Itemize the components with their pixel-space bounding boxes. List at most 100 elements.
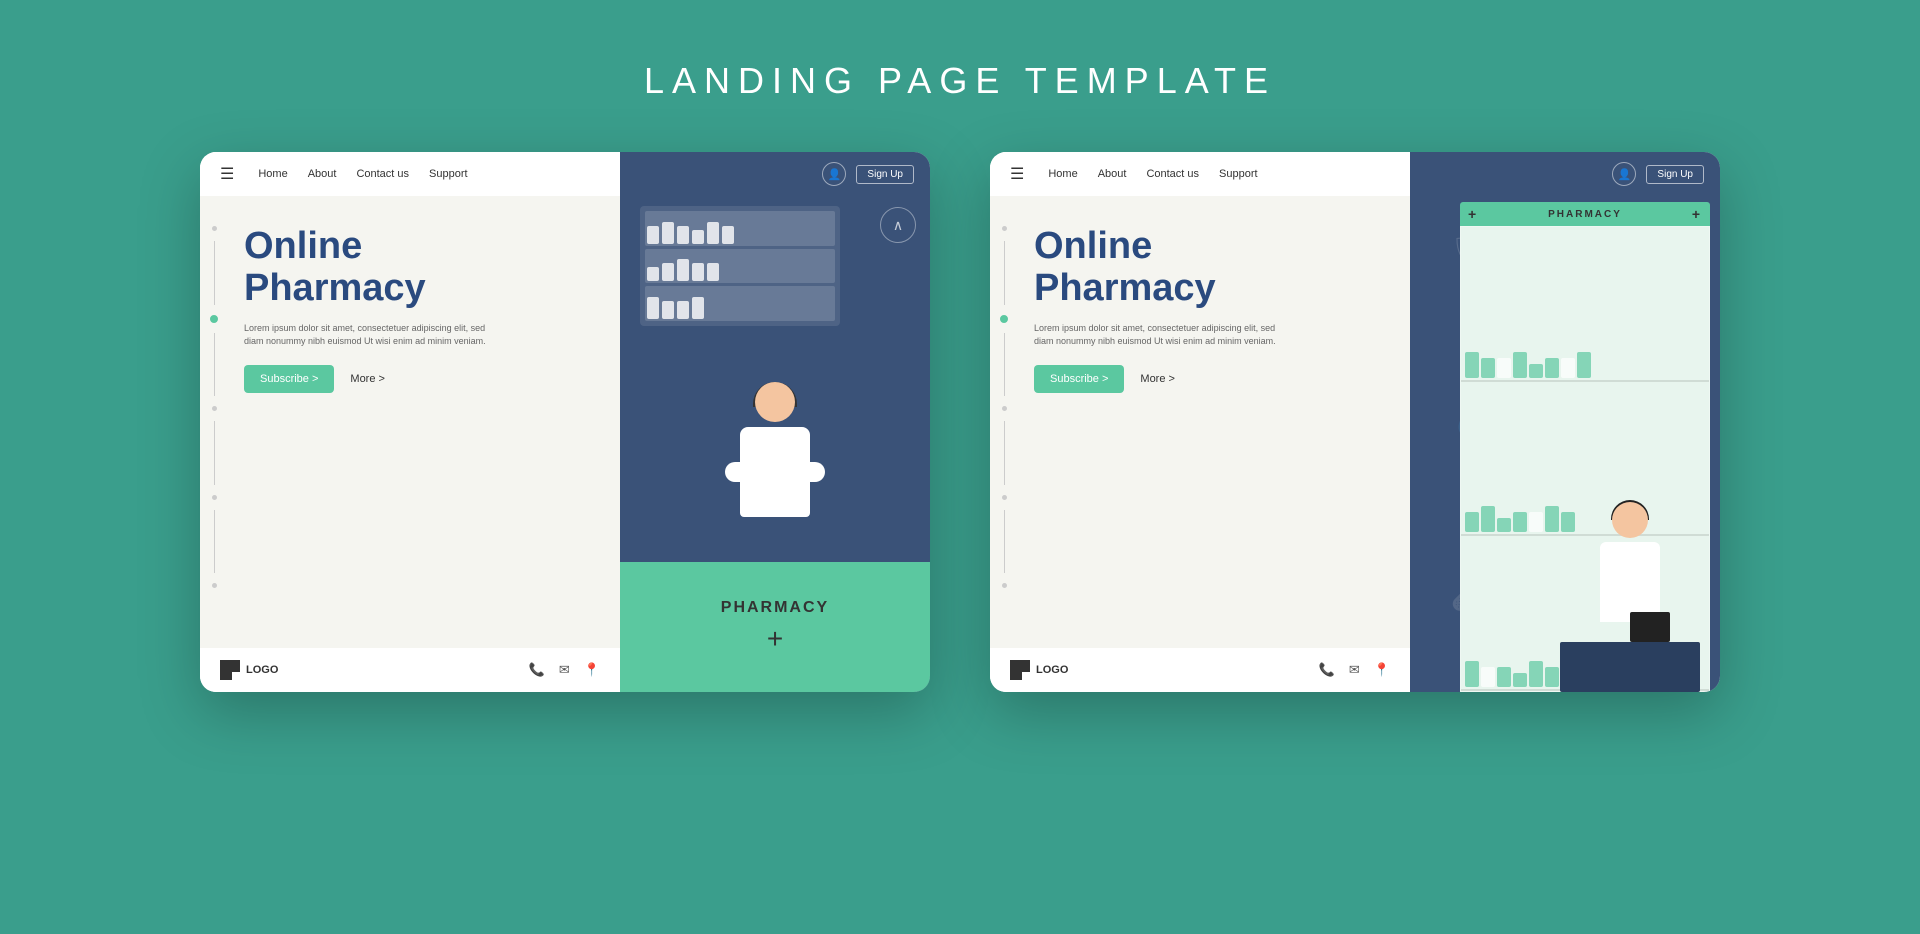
hero-body-text: Lorem ipsum dolor sit amet, consectetuer…: [244, 322, 494, 349]
dot-3b: [1002, 495, 1007, 500]
product: [1465, 512, 1479, 532]
bottle: [692, 297, 704, 319]
dot-2: [212, 406, 217, 411]
pharmacy-counter: PHARMACY +: [620, 562, 930, 692]
more-button[interactable]: More >: [350, 373, 385, 385]
card-2: ☰ Home About Contact us Support: [990, 152, 1720, 692]
bottle: [692, 263, 704, 281]
computer: [1630, 612, 1670, 642]
footer-icons-2: 📞 ✉ 📍: [1319, 662, 1390, 678]
page-title: LANDING PAGE TEMPLATE: [644, 60, 1276, 102]
product: [1513, 673, 1527, 687]
signup-button[interactable]: Sign Up: [856, 165, 914, 184]
pharmacist-figure: [705, 382, 845, 562]
nav-home[interactable]: Home: [258, 168, 287, 180]
dot-line-2: [214, 333, 215, 397]
product: [1481, 506, 1495, 532]
scroll-dots: [210, 226, 218, 588]
product: [1513, 352, 1527, 378]
phone-icon-2: 📞: [1319, 662, 1335, 678]
product: [1529, 512, 1543, 532]
pharmacist-arms: [725, 462, 825, 482]
bottle: [677, 301, 689, 319]
nav2-home[interactable]: Home: [1048, 168, 1077, 180]
bottle: [647, 226, 659, 244]
location-icon-2: 📍: [1374, 662, 1390, 678]
user-icon: 👤: [822, 162, 846, 186]
nav2-contact[interactable]: Contact us: [1146, 168, 1199, 180]
product: [1545, 358, 1559, 378]
scroll-dots-2: [1000, 226, 1008, 588]
product: [1545, 506, 1559, 532]
pharmacist-head: [755, 382, 795, 422]
product: [1529, 364, 1543, 378]
shelf-row-1: [645, 211, 835, 246]
product: [1529, 661, 1543, 687]
product: [1481, 358, 1495, 378]
product: [1497, 667, 1511, 687]
bottle: [677, 226, 689, 244]
dot-1b: [1002, 226, 1007, 231]
dot-4b: [1002, 583, 1007, 588]
card-2-left-panel: ☰ Home About Contact us Support: [990, 152, 1410, 692]
pharmacist2-head: [1612, 502, 1648, 538]
pharmacist2-body: [1600, 542, 1660, 622]
dot-4: [212, 583, 217, 588]
shelf-illustration: [640, 206, 840, 326]
logo-text: LOGO: [246, 664, 278, 676]
pharmacy-shelf-illustration: + PHARMACY +: [1460, 202, 1710, 692]
bottle: [647, 297, 659, 319]
hero-buttons: Subscribe > More >: [244, 365, 596, 393]
dot-active: [210, 315, 218, 323]
product: [1465, 352, 1479, 378]
nav-support[interactable]: Support: [429, 168, 468, 180]
shelf-row-2: [645, 249, 835, 284]
location-icon: 📍: [584, 662, 600, 678]
subscribe-button-2[interactable]: Subscribe >: [1034, 365, 1124, 393]
product: [1561, 512, 1575, 532]
sign-cross-left: +: [1468, 206, 1478, 222]
bottle: [692, 230, 704, 244]
product: [1497, 358, 1511, 378]
hero-title: Online Pharmacy: [244, 226, 596, 310]
product: [1465, 661, 1479, 687]
pharmacist-area: PHARMACY +: [620, 196, 930, 692]
card-2-navbar: ☰ Home About Contact us Support: [990, 152, 1410, 196]
bottle: [722, 226, 734, 244]
nav-contact[interactable]: Contact us: [356, 168, 409, 180]
card-1: ☰ Home About Contact us Support: [200, 152, 930, 692]
footer-icons: 📞 ✉ 📍: [529, 662, 600, 678]
more-button-2[interactable]: More >: [1140, 373, 1175, 385]
hamburger-icon-2[interactable]: ☰: [1010, 164, 1024, 184]
product: [1497, 518, 1511, 532]
logo-area-2: LOGO: [1010, 660, 1068, 680]
card-1-footer: LOGO 📞 ✉ 📍: [200, 648, 620, 692]
card-1-navbar: ☰ Home About Contact us Support: [200, 152, 620, 196]
bottle: [707, 263, 719, 281]
dot-line-3: [214, 421, 215, 485]
product: [1513, 512, 1527, 532]
hamburger-icon[interactable]: ☰: [220, 164, 234, 184]
logo-area: LOGO: [220, 660, 278, 680]
dot-line-3b: [1004, 421, 1005, 485]
bottle: [707, 222, 719, 244]
email-icon: ✉: [559, 662, 570, 678]
pharmacy-sign-label: PHARMACY: [1548, 209, 1622, 220]
card-1-nav-links: Home About Contact us Support: [258, 168, 467, 180]
bottle: [647, 267, 659, 281]
bottle: [662, 222, 674, 244]
email-icon-2: ✉: [1349, 662, 1360, 678]
bottle: [662, 301, 674, 319]
card-2-right-panel: 🛡 💊 💉 💧 ❤ 🩺 🩹 📈 💉 👤 Sign Up ∧ ∨: [1410, 152, 1720, 692]
dot-line-4: [214, 510, 215, 574]
dot-1: [212, 226, 217, 231]
nav2-support[interactable]: Support: [1219, 168, 1258, 180]
dot-line-1: [214, 241, 215, 305]
plus-icon: +: [767, 623, 783, 655]
nav-about[interactable]: About: [308, 168, 337, 180]
nav2-about[interactable]: About: [1098, 168, 1127, 180]
logo-icon-2: [1010, 660, 1030, 680]
desk: [1560, 642, 1700, 692]
card-2-nav-links: Home About Contact us Support: [1048, 168, 1257, 180]
subscribe-button[interactable]: Subscribe >: [244, 365, 334, 393]
